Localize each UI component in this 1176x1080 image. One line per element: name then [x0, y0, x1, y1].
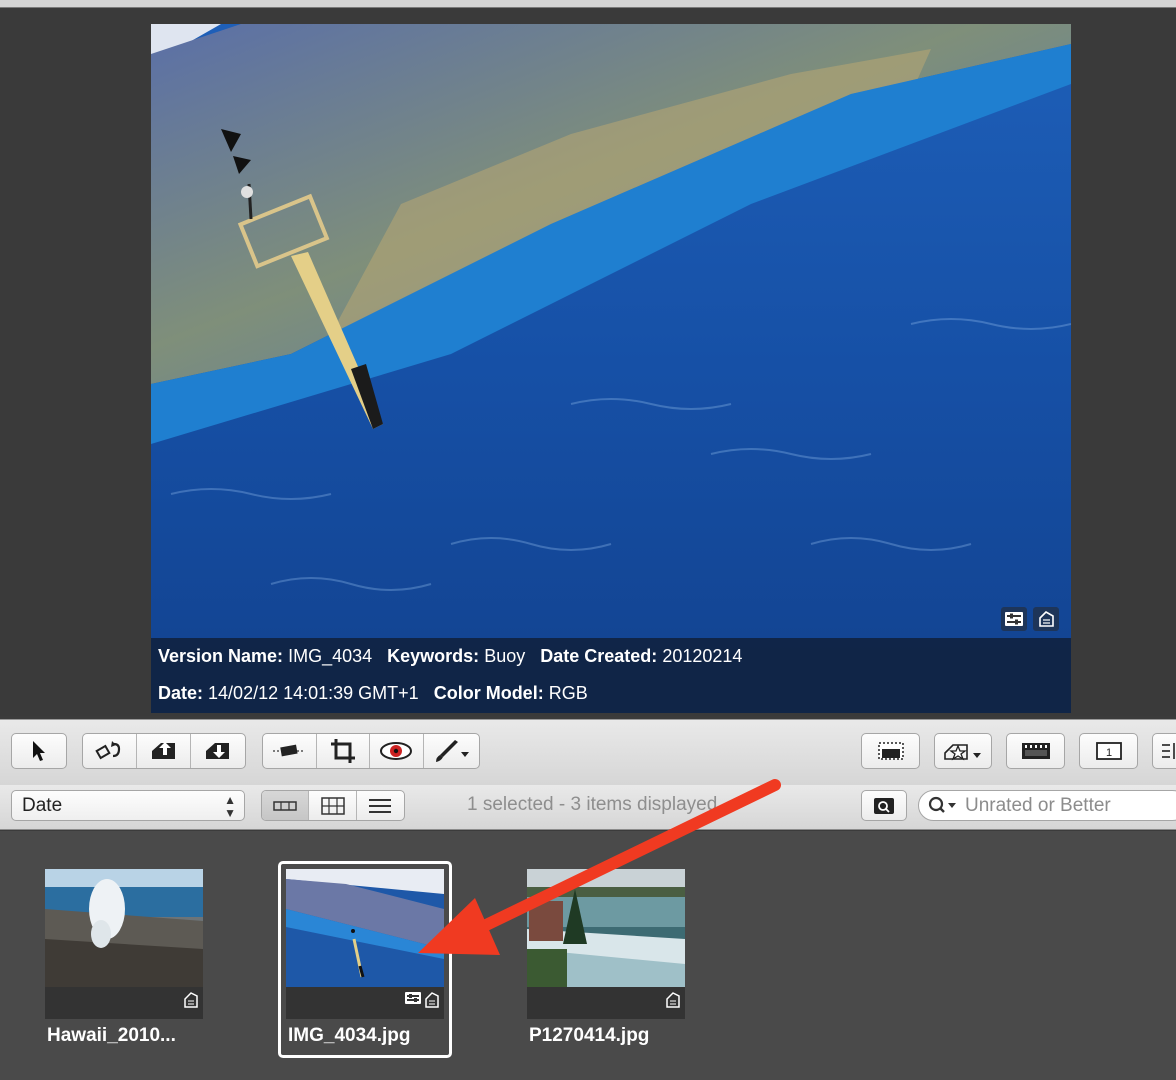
date-created-value: 20120214	[662, 646, 743, 666]
selection-status: 1 selected - 3 items displayed	[467, 794, 718, 815]
window-edge	[0, 0, 1176, 8]
color-model-label: Color Model:	[433, 683, 544, 703]
pointer-icon	[33, 741, 45, 761]
metadata-overlay: Version Name: IMG_4034 Keywords: Buoy Da…	[151, 638, 1071, 713]
viewer-mode-icon	[877, 742, 904, 760]
rotate-left-button[interactable]	[83, 734, 138, 768]
crop-icon	[330, 739, 355, 763]
sort-value: Date	[22, 795, 63, 816]
metadata-tag-icon	[665, 991, 681, 1014]
thumbnail-strip	[527, 987, 685, 1019]
single-view-icon: 1	[1095, 742, 1122, 760]
quick-search-button[interactable]	[861, 790, 907, 821]
photo-browser: Hawaii_2010... IMG_4034.jpg P1270414.jpg	[0, 831, 1176, 1080]
buoy-photo-graphic	[151, 24, 1071, 713]
thumbnail-name: IMG_4034.jpg	[288, 1025, 411, 1046]
metadata-tag-icon	[424, 991, 440, 1014]
list-mode-button[interactable]	[357, 791, 404, 820]
stamp-button[interactable]	[191, 734, 245, 768]
version-name-value: IMG_4034	[288, 646, 373, 666]
straighten-button[interactable]	[263, 734, 317, 768]
list-view-button[interactable]	[1152, 733, 1176, 769]
select-tool-button[interactable]	[11, 733, 67, 769]
select-arrows-icon: ▲ ▼	[224, 793, 236, 820]
red-eye-button[interactable]	[370, 734, 424, 768]
thumbnail-name: P1270414.jpg	[529, 1025, 650, 1046]
date-value: 14/02/12 14:01:39 GMT+1	[208, 683, 419, 703]
color-model-value: RGB	[548, 683, 588, 703]
thumbnail-image	[286, 869, 444, 987]
rotate-icon	[94, 741, 120, 760]
list-view-icon	[1162, 743, 1175, 759]
brush-icon	[436, 740, 470, 762]
metadata-line-1: Version Name: IMG_4034 Keywords: Buoy Da…	[158, 646, 742, 667]
rating-menu-button[interactable]	[934, 733, 992, 769]
keywords-label: Keywords:	[387, 646, 480, 666]
metadata-line-2: Date: 14/02/12 14:01:39 GMT+1 Color Mode…	[158, 683, 588, 704]
grid-icon	[320, 796, 345, 815]
keywords-value: Buoy	[484, 646, 526, 666]
filter-placeholder: Unrated or Better	[965, 795, 1111, 816]
adjust-tools-group	[82, 733, 246, 769]
thumbnail-strip	[286, 987, 444, 1019]
photo-badges	[1001, 607, 1059, 631]
brush-button[interactable]	[424, 734, 479, 768]
lift-button[interactable]	[137, 734, 191, 768]
thumbnail-strip	[45, 987, 203, 1019]
svg-text:1: 1	[1105, 747, 1111, 759]
red-eye-icon	[380, 742, 413, 760]
thumbnail-image	[45, 869, 203, 987]
adjustments-icon	[1001, 607, 1027, 631]
lift-icon	[151, 742, 175, 759]
date-label: Date:	[158, 683, 204, 703]
metadata-tag-icon	[1033, 607, 1059, 631]
thumbnail-name: Hawaii_2010...	[47, 1025, 176, 1046]
filmstrip-icon	[1021, 743, 1050, 759]
date-created-label: Date Created:	[540, 646, 658, 666]
thumbnail-image	[527, 869, 685, 987]
filmstrip-mode-button[interactable]	[262, 791, 310, 820]
main-photo[interactable]: Version Name: IMG_4034 Keywords: Buoy Da…	[151, 24, 1071, 713]
version-name-label: Version Name:	[158, 646, 284, 666]
straighten-icon	[273, 744, 306, 757]
sort-select[interactable]: Date ▲ ▼	[11, 790, 245, 821]
viewer-mode-button[interactable]	[861, 733, 920, 769]
image-viewer: Version Name: IMG_4034 Keywords: Buoy Da…	[0, 0, 1176, 716]
search-icon	[928, 795, 960, 824]
metadata-tag-icon	[183, 991, 199, 1014]
crop-button[interactable]	[317, 734, 370, 768]
stamp-icon	[205, 743, 229, 759]
filmstrip-view-button[interactable]	[1006, 733, 1065, 769]
view-mode-group	[261, 790, 405, 821]
thumbnail-selected[interactable]: IMG_4034.jpg	[286, 869, 444, 1046]
search-magnifier-icon	[874, 797, 894, 814]
thumbnail[interactable]: Hawaii_2010...	[45, 869, 203, 1046]
list-icon	[369, 798, 392, 813]
edit-tools-group	[262, 733, 480, 769]
browser-bar: Date ▲ ▼ 1 selected - 3 items displayed U…	[0, 785, 1176, 830]
grid-mode-button[interactable]	[309, 791, 357, 820]
rating-star-icon	[944, 744, 981, 761]
tool-bar: 1	[0, 719, 1176, 785]
filter-search-field[interactable]: Unrated or Better	[918, 790, 1176, 821]
single-view-button[interactable]: 1	[1079, 733, 1138, 769]
thumbnail[interactable]: P1270414.jpg	[527, 869, 685, 1046]
filmstrip-mode-icon	[273, 800, 297, 811]
adjustments-icon	[405, 991, 421, 1014]
